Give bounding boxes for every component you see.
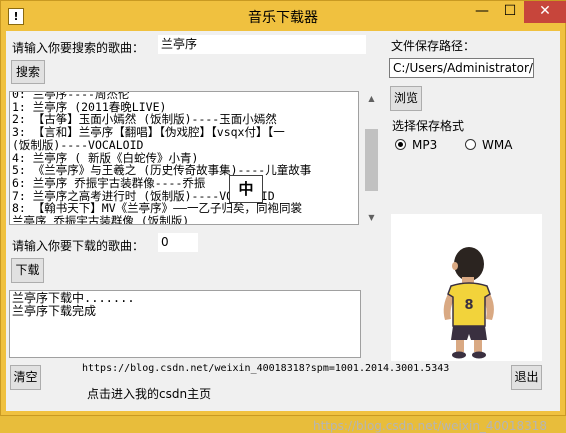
log-textarea[interactable]: 兰亭序下载中....... 兰亭序下载完成 — [9, 290, 361, 358]
exit-button[interactable]: 退出 — [511, 365, 542, 390]
download-button[interactable]: 下载 — [11, 258, 44, 283]
ime-indicator: 中 — [229, 175, 263, 203]
radio-wma-label[interactable]: WMA — [482, 138, 512, 152]
save-path-label: 文件保存路径： — [391, 39, 476, 53]
basketball-player-icon: 8 — [443, 247, 494, 359]
search-button[interactable]: 搜索 — [11, 60, 45, 84]
radio-mp3-label[interactable]: MP3 — [412, 138, 437, 152]
csdn-url: https://blog.csdn.net/weixin_40018318?sp… — [82, 363, 450, 374]
format-label: 选择保存格式 — [392, 119, 465, 133]
list-item[interactable]: 6: 兰亭序 乔振宇古装群像----乔振 — [10, 177, 358, 190]
radio-wma[interactable] — [465, 139, 476, 150]
client-area: 请输入你要搜索的歌曲： 兰亭序 搜索 0: 兰亭序----周杰伦 1: 兰亭序 … — [6, 31, 560, 433]
log-line: 兰亭序下载完成 — [12, 304, 97, 318]
search-input[interactable]: 兰亭序 — [158, 35, 366, 54]
download-index-input[interactable]: 0 — [158, 233, 198, 252]
list-item[interactable]: (饭制版)----VOCALOID — [10, 139, 358, 152]
minimize-button[interactable]: — — [468, 1, 496, 23]
clear-button[interactable]: 清空 — [10, 365, 41, 390]
csdn-home-link[interactable]: 点击进入我的csdn主页 — [87, 385, 211, 402]
results-list[interactable]: 0: 兰亭序----周杰伦 1: 兰亭序 (2011春晚LIVE) 2: 【古筝… — [9, 91, 359, 225]
app-window: ! 音乐下载器 — ☐ ✕ 请输入你要搜索的歌曲： 兰亭序 搜索 0: 兰亭序-… — [0, 0, 566, 433]
watermark: https://blog.csdn.net/weixin_40018318 — [313, 419, 548, 433]
radio-mp3[interactable] — [395, 139, 406, 150]
save-path-input[interactable]: C:/Users/Administrator/I — [389, 58, 534, 78]
search-label: 请输入你要搜索的歌曲： — [12, 41, 145, 55]
maximize-button[interactable]: ☐ — [496, 1, 524, 23]
list-item[interactable]: 3: 【言和】兰亭序【翻唱】【伪戏腔】【vsqx付】【一 — [10, 126, 358, 139]
close-button[interactable]: ✕ — [524, 1, 566, 23]
scroll-up-icon[interactable]: ▲ — [363, 91, 380, 106]
title-bar[interactable]: ! 音乐下载器 — ☐ ✕ — [1, 1, 566, 31]
browse-button[interactable]: 浏览 — [390, 86, 422, 111]
download-label: 请输入你要下载的歌曲： — [12, 239, 145, 253]
results-scrollbar[interactable]: ▲ ▼ — [363, 91, 380, 225]
svg-text:8: 8 — [464, 298, 473, 313]
list-item[interactable]: 兰亭序 乔振宇古装群像 (饭制版) — [10, 215, 358, 224]
scroll-down-icon[interactable]: ▼ — [363, 210, 380, 225]
character-image: 8 — [391, 214, 542, 361]
scroll-thumb[interactable] — [365, 129, 378, 191]
